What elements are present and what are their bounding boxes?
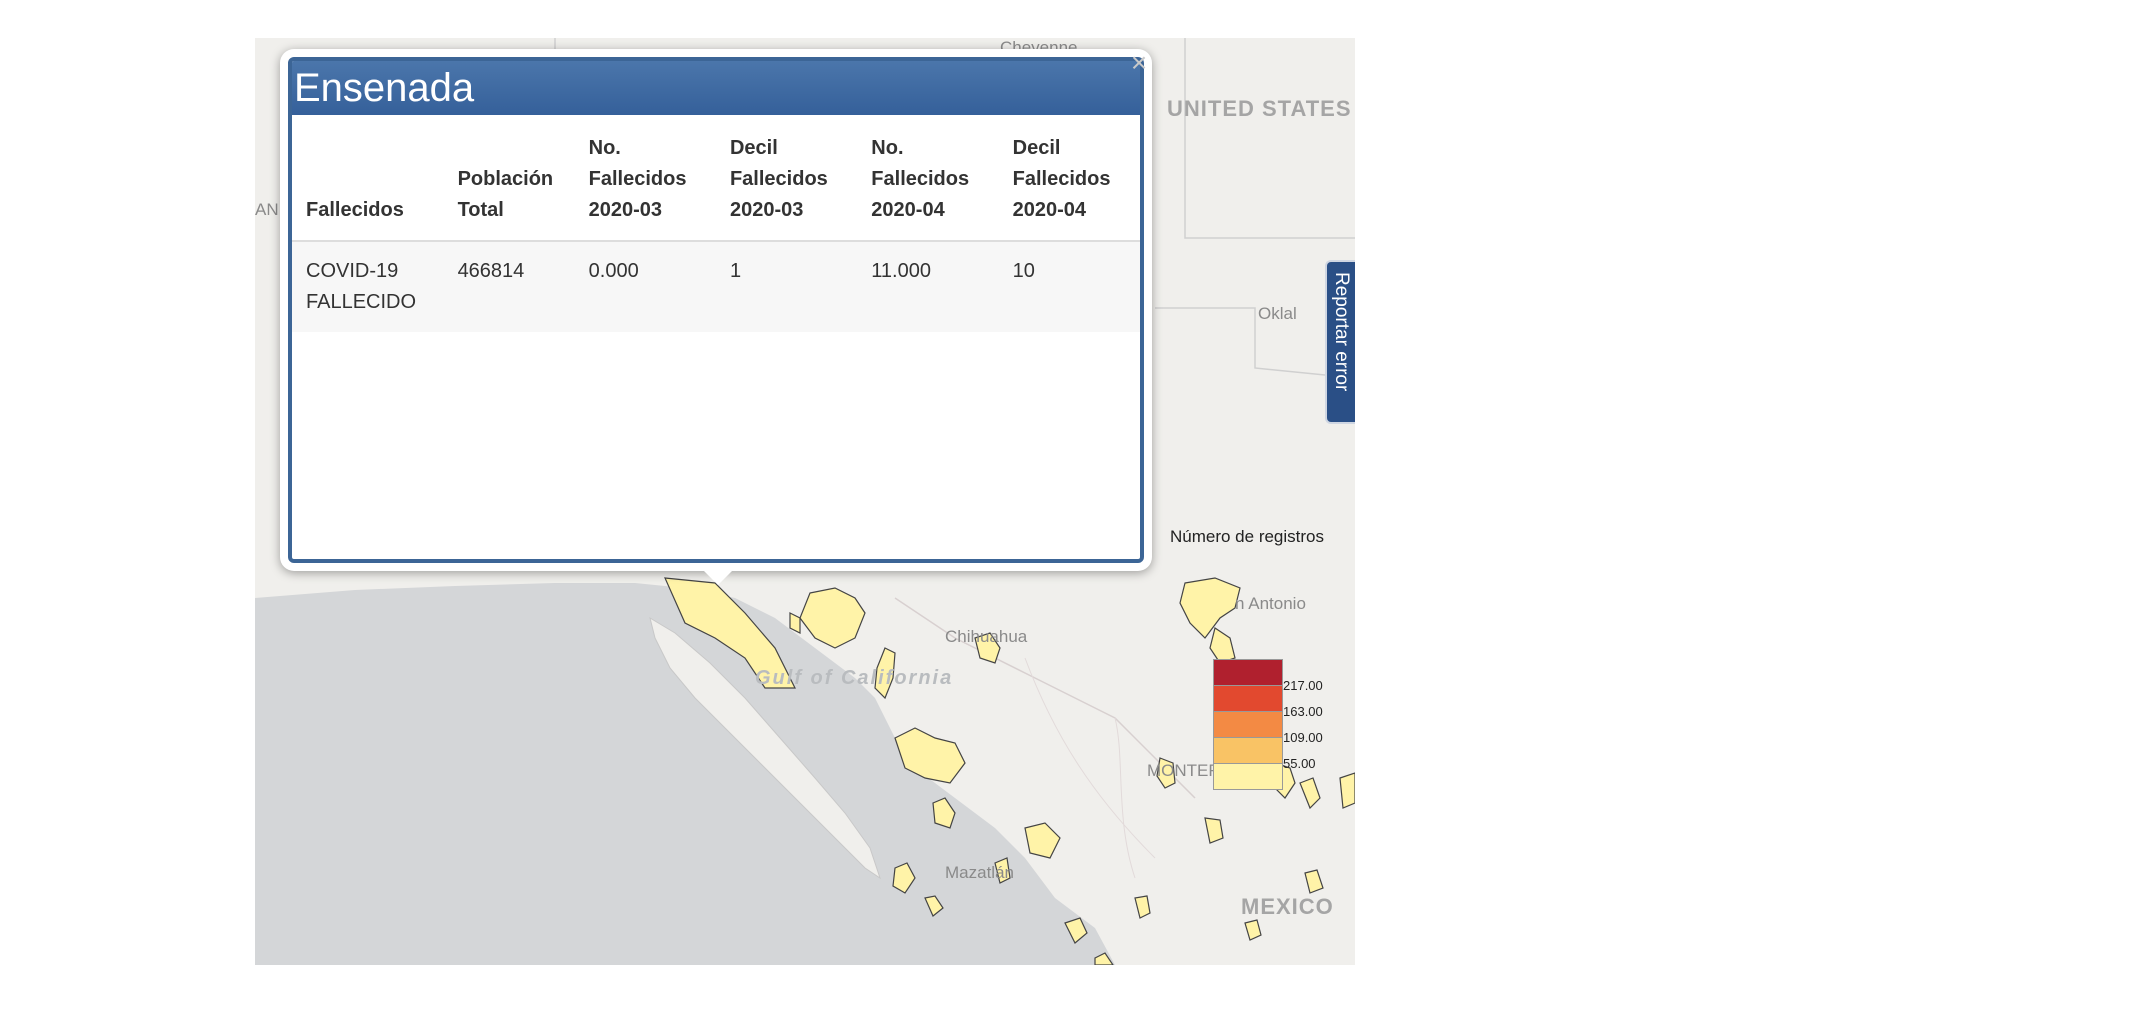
legend-swatch	[1213, 659, 1283, 686]
table-header-row: Fallecidos Población Total No. Fallecido…	[292, 133, 1140, 242]
city-label-san-antonio: n Antonio	[1235, 594, 1306, 613]
column-header: No. Fallecidos 2020-03	[574, 133, 716, 242]
legend-label: 109.00	[1283, 730, 1323, 745]
region-label-left: AN	[255, 200, 279, 219]
column-header: Decil Fallecidos 2020-03	[715, 133, 858, 242]
popup-table: Fallecidos Población Total No. Fallecido…	[292, 133, 1140, 332]
table-row: COVID-19 FALLECIDO 466814 0.000 1 11.000…	[292, 241, 1140, 332]
city-label-oklahoma: Oklal	[1258, 304, 1297, 323]
city-label-mazatlan: Mazatlán	[945, 863, 1014, 882]
column-header: Población Total	[443, 133, 575, 242]
table-cell: 0.000	[574, 241, 716, 332]
column-header: Fallecidos	[292, 133, 444, 242]
country-label-mexico: MEXICO	[1241, 894, 1334, 919]
country-label-united-states: UNITED STATES	[1167, 96, 1352, 121]
legend-title: Número de registros	[1170, 527, 1325, 546]
table-cell: 10	[998, 241, 1140, 332]
info-popup: Ensenada Fallecidos Población Total No. …	[280, 47, 1154, 585]
table-cell: 11.000	[857, 241, 999, 332]
city-label-monterrey: MONTEF	[1147, 761, 1219, 780]
city-label-chihuahua: Chihuahua	[945, 627, 1028, 646]
close-button[interactable]: ×	[1124, 47, 1154, 79]
popup-body: Ensenada Fallecidos Población Total No. …	[288, 57, 1144, 563]
sea-label-gulf-of-california: Gulf of California	[755, 667, 954, 689]
popup-pointer	[700, 567, 736, 585]
report-error-label: Reportar error	[1331, 272, 1352, 392]
legend-label: 217.00	[1283, 678, 1323, 693]
legend-swatch	[1213, 685, 1283, 712]
column-header: No. Fallecidos 2020-04	[857, 133, 999, 242]
legend-label: 163.00	[1283, 704, 1323, 719]
table-cell: COVID-19 FALLECIDO	[292, 241, 444, 332]
legend-swatch	[1213, 711, 1283, 738]
table-cell: 466814	[443, 241, 575, 332]
table-cell: 1	[715, 241, 858, 332]
legend-swatch	[1213, 737, 1283, 764]
popup-title: Ensenada	[292, 61, 1140, 115]
report-error-tab[interactable]: Reportar error	[1325, 260, 1355, 424]
legend-swatch	[1213, 763, 1283, 790]
legend-label: 55.00	[1283, 756, 1316, 771]
column-header: Decil Fallecidos 2020-04	[998, 133, 1140, 242]
